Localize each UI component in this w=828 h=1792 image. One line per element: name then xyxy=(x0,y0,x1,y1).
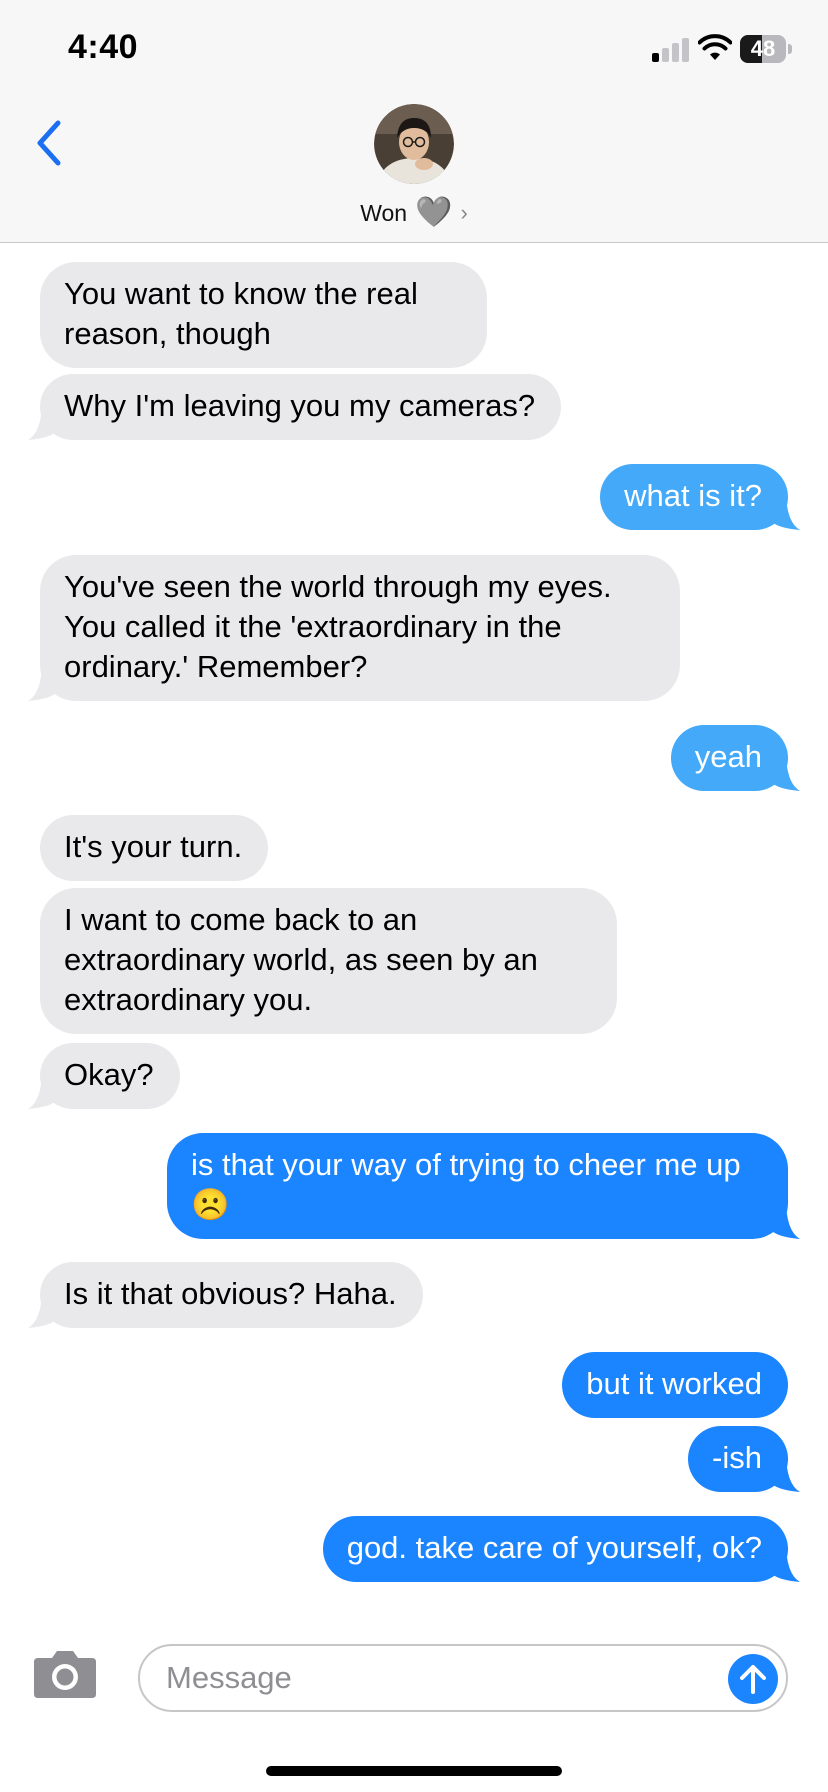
message-bubble-incoming[interactable]: I want to come back to an extraordinary … xyxy=(40,888,617,1034)
contact-avatar[interactable] xyxy=(374,104,454,184)
message-bubble-incoming[interactable]: You want to know the real reason, though xyxy=(40,262,487,368)
message-bubble-incoming[interactable]: Okay? xyxy=(28,1043,180,1109)
message-bubble-outgoing[interactable]: what is it? xyxy=(600,464,800,530)
status-bar: 4:40 48 xyxy=(0,0,828,100)
message-bubble-outgoing[interactable]: is that your way of trying to cheer me u… xyxy=(167,1133,800,1239)
message-bubble-outgoing[interactable]: -ish xyxy=(688,1426,800,1492)
back-button[interactable] xyxy=(24,108,74,178)
message-text: what is it? xyxy=(624,478,762,513)
bubble-tail xyxy=(28,1069,58,1109)
message-field[interactable] xyxy=(138,1644,788,1712)
message-text: It's your turn. xyxy=(64,829,243,864)
message-bubble-outgoing[interactable]: but it worked xyxy=(562,1352,788,1418)
home-indicator xyxy=(266,1766,562,1776)
message-bubble-incoming[interactable]: You've seen the world through my eyes. Y… xyxy=(28,555,680,701)
bubble-tail xyxy=(28,1288,58,1328)
message-bubble-incoming[interactable]: It's your turn. xyxy=(40,815,269,881)
contact-name-button[interactable]: Won 🩶 › xyxy=(0,190,828,236)
message-bubble-outgoing[interactable]: yeah xyxy=(670,725,800,791)
message-input[interactable] xyxy=(166,1646,706,1710)
bubble-tail xyxy=(770,1542,800,1582)
camera-button[interactable] xyxy=(32,1648,98,1700)
message-bubble-incoming[interactable]: Why I'm leaving you my cameras? xyxy=(28,374,562,440)
send-button[interactable] xyxy=(728,1654,778,1704)
bubble-tail xyxy=(28,661,58,701)
contact-name: Won xyxy=(360,199,408,226)
battery-level: 48 xyxy=(750,36,776,61)
message-text: You want to know the real reason, though xyxy=(64,276,418,351)
message-text: Why I'm leaving you my cameras? xyxy=(64,388,536,423)
message-bubble-incoming[interactable]: Is it that obvious? Haha. xyxy=(28,1262,423,1328)
message-text: but it worked xyxy=(586,1366,762,1401)
message-text: god. take care of yourself, ok? xyxy=(346,1530,762,1565)
message-text: I want to come back to an extraordinary … xyxy=(64,902,538,1017)
chevron-right-icon: › xyxy=(460,200,468,225)
camera-icon xyxy=(34,1651,96,1698)
message-text: is that your way of trying to cheer me u… xyxy=(191,1147,741,1222)
bubble-tail xyxy=(770,1452,800,1492)
message-bubble-outgoing[interactable]: god. take care of yourself, ok? xyxy=(322,1516,800,1582)
send-arrow-icon xyxy=(740,1665,766,1694)
bubble-tail xyxy=(28,400,58,440)
message-list[interactable]: You want to know the real reason, though… xyxy=(0,244,828,1624)
back-chevron-icon xyxy=(37,120,61,166)
cellular-signal-icon xyxy=(652,38,692,62)
wifi-icon xyxy=(698,34,732,60)
bubble-tail xyxy=(770,1199,800,1239)
bubble-tail xyxy=(770,490,800,530)
message-text: Is it that obvious? Haha. xyxy=(64,1276,397,1311)
status-time: 4:40 xyxy=(68,28,139,66)
battery-icon: 48 xyxy=(740,35,792,63)
message-text: -ish xyxy=(712,1440,762,1475)
grey-heart-emoji: 🩶 xyxy=(415,196,453,229)
message-text: yeah xyxy=(694,739,762,774)
message-text: You've seen the world through my eyes. Y… xyxy=(64,569,612,684)
bubble-tail xyxy=(770,751,800,791)
message-text: Okay? xyxy=(64,1057,154,1092)
conversation-header: Won 🩶 › xyxy=(0,100,828,243)
